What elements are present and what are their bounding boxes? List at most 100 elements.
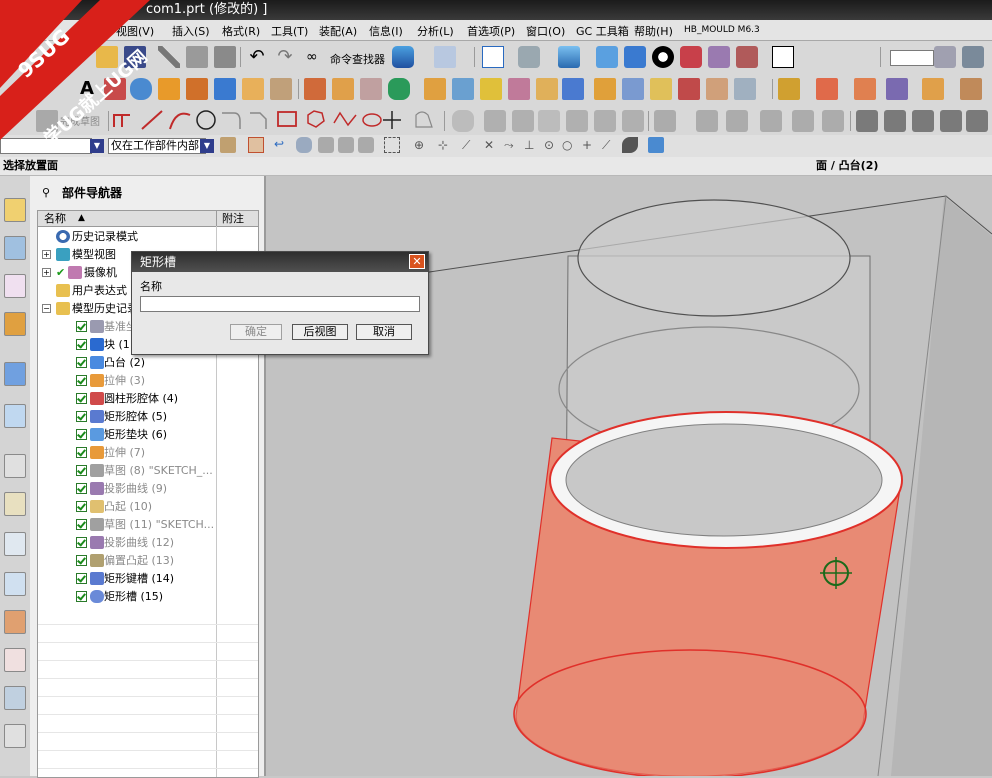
menu-insert[interactable]: 插入(S) bbox=[172, 23, 210, 39]
mid-point-icon[interactable]: ⟋ bbox=[462, 137, 478, 153]
redo-icon[interactable]: ↷ bbox=[274, 46, 296, 68]
work-layer-icon[interactable] bbox=[934, 46, 956, 68]
dialog-close-button[interactable]: ✕ bbox=[409, 254, 425, 269]
dimension-icon[interactable] bbox=[696, 110, 718, 132]
paste-icon[interactable] bbox=[214, 46, 236, 68]
visibility-checkbox[interactable] bbox=[76, 519, 87, 530]
solid-filter-icon[interactable] bbox=[648, 137, 664, 153]
select-body-icon[interactable] bbox=[318, 137, 334, 153]
visibility-checkbox[interactable] bbox=[76, 483, 87, 494]
split-body-icon[interactable] bbox=[650, 78, 672, 100]
command-finder-button[interactable]: 命令查找器 bbox=[330, 51, 385, 67]
menu-help[interactable]: 帮助(H) bbox=[634, 23, 673, 39]
quadrant-point-icon[interactable]: ⊙ bbox=[544, 137, 560, 153]
visibility-checkbox[interactable] bbox=[76, 357, 87, 368]
convert-reference-icon[interactable] bbox=[792, 110, 814, 132]
revolve-icon[interactable] bbox=[186, 78, 208, 100]
sweep-icon[interactable] bbox=[886, 78, 908, 100]
visibility-checkbox[interactable] bbox=[76, 501, 87, 512]
pad-icon[interactable] bbox=[304, 78, 326, 100]
zoom-icon[interactable] bbox=[518, 46, 540, 68]
clock-icon[interactable] bbox=[4, 454, 26, 478]
extend-icon[interactable] bbox=[566, 110, 588, 132]
tree-item-sketch-8[interactable]: 草图 (8) "SKETCH_... bbox=[38, 462, 258, 480]
tree-item-extrude-7[interactable]: 拉伸 (7) bbox=[38, 444, 258, 462]
menu-hb-mould[interactable]: HB_MOULD M6.3 bbox=[684, 25, 760, 35]
menu-analysis[interactable]: 分析(L) bbox=[417, 23, 454, 39]
reattach-icon[interactable] bbox=[912, 110, 934, 132]
layer-settings-icon[interactable] bbox=[962, 46, 984, 68]
section-view-icon[interactable] bbox=[680, 46, 702, 68]
visibility-checkbox[interactable] bbox=[76, 573, 87, 584]
unite-icon[interactable] bbox=[424, 78, 446, 100]
blank-panel-icon[interactable] bbox=[4, 724, 26, 748]
menu-window[interactable]: 窗口(O) bbox=[526, 23, 565, 39]
thicken-icon[interactable] bbox=[922, 78, 944, 100]
type-filter-dropdown-icon[interactable]: ▼ bbox=[90, 139, 104, 153]
name-input[interactable] bbox=[140, 296, 420, 312]
end-point-icon[interactable]: ⊹ bbox=[438, 137, 454, 153]
trim-body-icon[interactable] bbox=[622, 78, 644, 100]
groove-icon[interactable] bbox=[360, 78, 382, 100]
tree-item-extrude-3[interactable]: 拉伸 (3) bbox=[38, 372, 258, 390]
part-navigator-icon[interactable] bbox=[4, 274, 26, 298]
expand-icon[interactable]: + bbox=[42, 268, 51, 277]
alternate-solution-icon[interactable] bbox=[822, 110, 844, 132]
pocket-icon[interactable] bbox=[270, 78, 292, 100]
auto-constrain-icon[interactable] bbox=[726, 110, 748, 132]
system-materials-icon[interactable] bbox=[4, 492, 26, 516]
curve-rule-icon[interactable]: ↩ bbox=[274, 137, 290, 153]
menu-tools[interactable]: 工具(T) bbox=[271, 23, 308, 39]
dart-icon[interactable] bbox=[388, 78, 410, 100]
visibility-checkbox[interactable] bbox=[76, 411, 87, 422]
tree-item-sketch-11[interactable]: 草图 (11) "SKETCH... bbox=[38, 516, 258, 534]
mirror-icon[interactable] bbox=[678, 78, 700, 100]
pattern-curve-icon[interactable] bbox=[452, 110, 474, 132]
mesh-icon[interactable] bbox=[854, 78, 876, 100]
select-face-icon[interactable] bbox=[338, 137, 354, 153]
select-edge-icon[interactable] bbox=[358, 137, 374, 153]
tree-item-emboss-10[interactable]: 凸起 (10) bbox=[38, 498, 258, 516]
constraint-navigator-icon[interactable] bbox=[4, 236, 26, 260]
rectangle-select-icon[interactable] bbox=[384, 137, 400, 153]
mirror-curve-icon[interactable] bbox=[484, 110, 506, 132]
update-model-icon[interactable] bbox=[940, 110, 962, 132]
snap-point-icon[interactable]: ⊕ bbox=[414, 137, 430, 153]
menu-info[interactable]: 信息(I) bbox=[369, 23, 403, 39]
subtract-icon[interactable] bbox=[452, 78, 474, 100]
dialog-title-bar[interactable]: 矩形槽 ✕ bbox=[132, 252, 428, 272]
tree-item-history-mode[interactable]: 历史记录模式 bbox=[38, 228, 258, 246]
visibility-checkbox[interactable] bbox=[76, 555, 87, 566]
edge-blend-icon[interactable] bbox=[508, 78, 530, 100]
point-on-curve-icon[interactable]: + bbox=[582, 137, 598, 153]
offset-face-icon[interactable] bbox=[734, 78, 756, 100]
process-studio-icon[interactable] bbox=[4, 532, 26, 556]
tree-item-boss-2[interactable]: 凸台 (2) bbox=[38, 354, 258, 372]
select-feature-icon[interactable] bbox=[296, 137, 312, 153]
corner-icon[interactable] bbox=[594, 110, 616, 132]
ok-button[interactable]: 确定 bbox=[230, 324, 282, 340]
tree-item-rectangular-pad-6[interactable]: 矩形垫块 (6) bbox=[38, 426, 258, 444]
render-style-icon[interactable] bbox=[652, 46, 674, 68]
through-curves-icon[interactable] bbox=[816, 78, 838, 100]
manufacturing-wizard-icon[interactable] bbox=[4, 572, 26, 596]
background-color-icon[interactable] bbox=[772, 46, 794, 68]
selection-scope-select[interactable]: 仅在工作部件内部 bbox=[108, 138, 206, 154]
draft-icon[interactable] bbox=[594, 78, 616, 100]
surface-icon[interactable] bbox=[778, 78, 800, 100]
point-constructor-icon[interactable] bbox=[622, 137, 638, 153]
visibility-checkbox[interactable] bbox=[76, 429, 87, 440]
sew-icon[interactable] bbox=[960, 78, 982, 100]
selection-options-icon[interactable] bbox=[220, 137, 236, 153]
expand-icon[interactable]: + bbox=[42, 250, 51, 259]
system-scenes-icon[interactable] bbox=[4, 648, 26, 672]
menu-format[interactable]: 格式(R) bbox=[222, 23, 260, 39]
fit-view-icon[interactable] bbox=[482, 46, 504, 68]
point-on-face-icon[interactable]: ⟋ bbox=[602, 137, 618, 153]
web-browser-icon[interactable] bbox=[4, 362, 26, 386]
sort-ascending-icon[interactable]: ▲ bbox=[78, 211, 85, 226]
menu-assembly[interactable]: 装配(A) bbox=[319, 23, 357, 39]
roles-icon[interactable] bbox=[4, 610, 26, 634]
history-icon[interactable] bbox=[4, 404, 26, 428]
orient-view-icon[interactable] bbox=[624, 46, 646, 68]
